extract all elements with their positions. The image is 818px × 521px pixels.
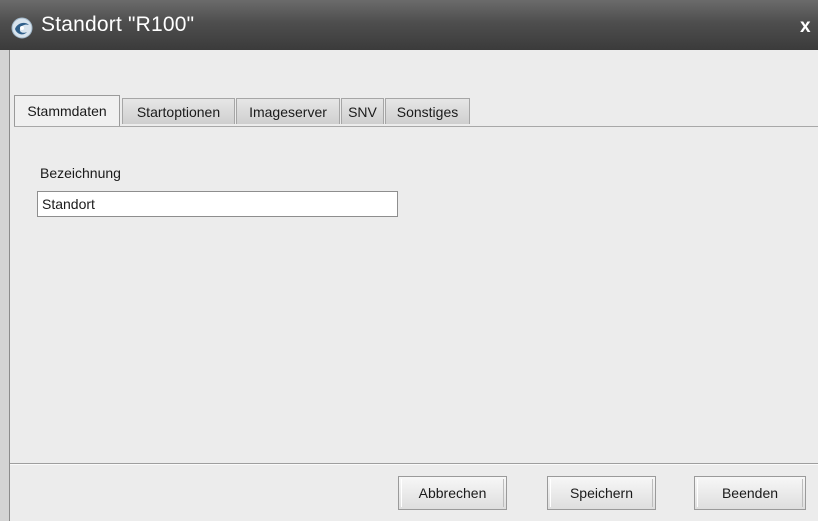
exit-button[interactable]: Beenden [694, 476, 806, 510]
tab-imageserver[interactable]: Imageserver [236, 98, 340, 124]
cancel-button[interactable]: Abbrechen [398, 476, 507, 510]
bezeichnung-label: Bezeichnung [40, 165, 121, 181]
window-title: Standort "R100" [41, 13, 195, 36]
tab-sonstiges[interactable]: Sonstiges [385, 98, 470, 124]
dialog-window: Standort "R100" x Stammdaten Startoption… [0, 0, 818, 521]
tab-snv[interactable]: SNV [341, 98, 384, 124]
close-icon[interactable]: x [800, 16, 811, 38]
tab-stammdaten[interactable]: Stammdaten [14, 95, 120, 126]
bezeichnung-input[interactable] [37, 191, 398, 217]
tab-content-panel [10, 127, 818, 460]
tab-strip-line [14, 126, 818, 127]
save-button[interactable]: Speichern [547, 476, 656, 510]
app-logo-icon [11, 17, 33, 39]
title-bar[interactable]: Standort "R100" x [0, 0, 818, 50]
footer-divider-highlight [10, 464, 818, 465]
tab-startoptionen[interactable]: Startoptionen [122, 98, 235, 124]
